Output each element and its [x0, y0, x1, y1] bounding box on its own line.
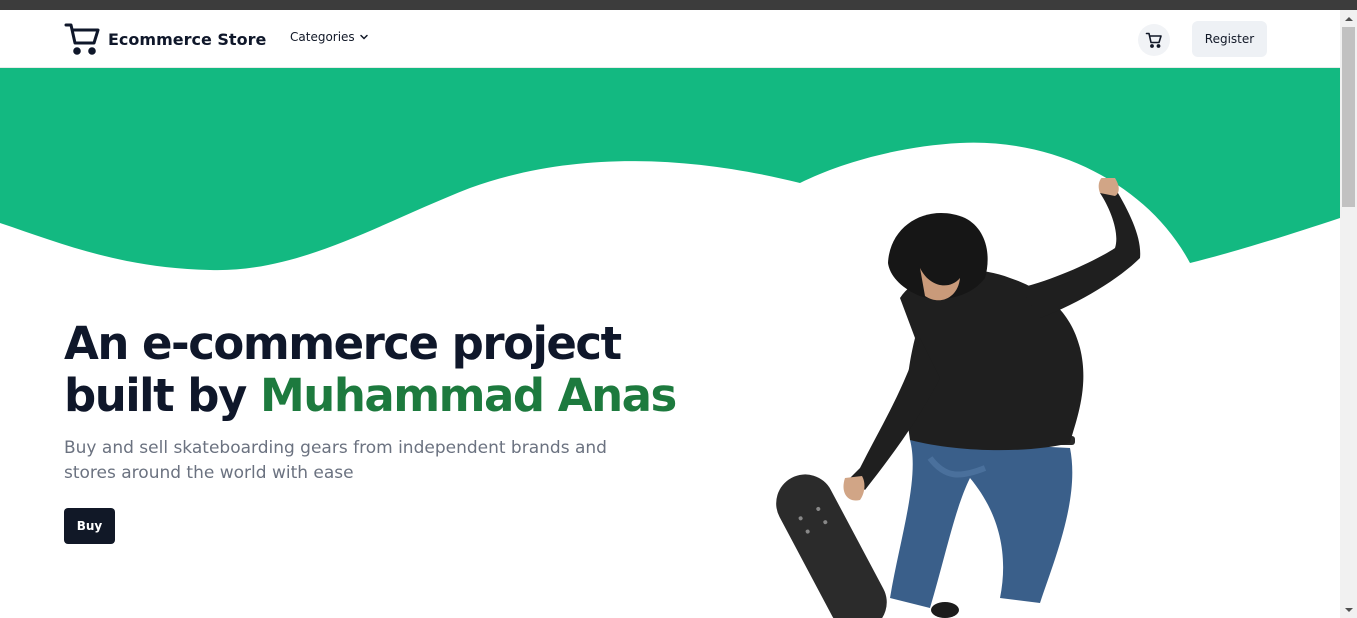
categories-label: Categories [290, 30, 355, 44]
headline-author-name: Muhammad Anas [260, 369, 677, 422]
skateboarder-image [776, 178, 1141, 618]
buy-button[interactable]: Buy [64, 508, 115, 544]
headline-prefix: built by [64, 369, 260, 422]
browser-top-strip [0, 0, 1357, 10]
shopping-cart-icon [1145, 32, 1162, 48]
navbar: Ecommerce Store Categories Register [0, 10, 1340, 68]
hero-subtitle: Buy and sell skateboarding gears from in… [64, 438, 607, 483]
cart-button[interactable] [1138, 24, 1170, 56]
categories-dropdown[interactable]: Categories [290, 30, 369, 44]
hero-headline: An e-commerce project built by Muhammad … [64, 318, 784, 422]
brand-name: Ecommerce Store [108, 29, 267, 49]
shopping-cart-icon [64, 23, 100, 55]
page-viewport: Ecommerce Store Categories Register An e… [0, 10, 1340, 618]
chevron-down-icon [359, 34, 368, 40]
vertical-scrollbar[interactable] [1340, 10, 1357, 618]
brand-link[interactable]: Ecommerce Store [64, 20, 266, 58]
register-button[interactable]: Register [1192, 21, 1267, 57]
hero-section: An e-commerce project built by Muhammad … [0, 68, 1340, 618]
headline-line1: An e-commerce project [64, 317, 622, 370]
scrollbar-thumb[interactable] [1342, 27, 1355, 207]
scroll-up-arrow-icon[interactable] [1340, 10, 1357, 27]
scroll-down-arrow-icon[interactable] [1340, 601, 1357, 618]
